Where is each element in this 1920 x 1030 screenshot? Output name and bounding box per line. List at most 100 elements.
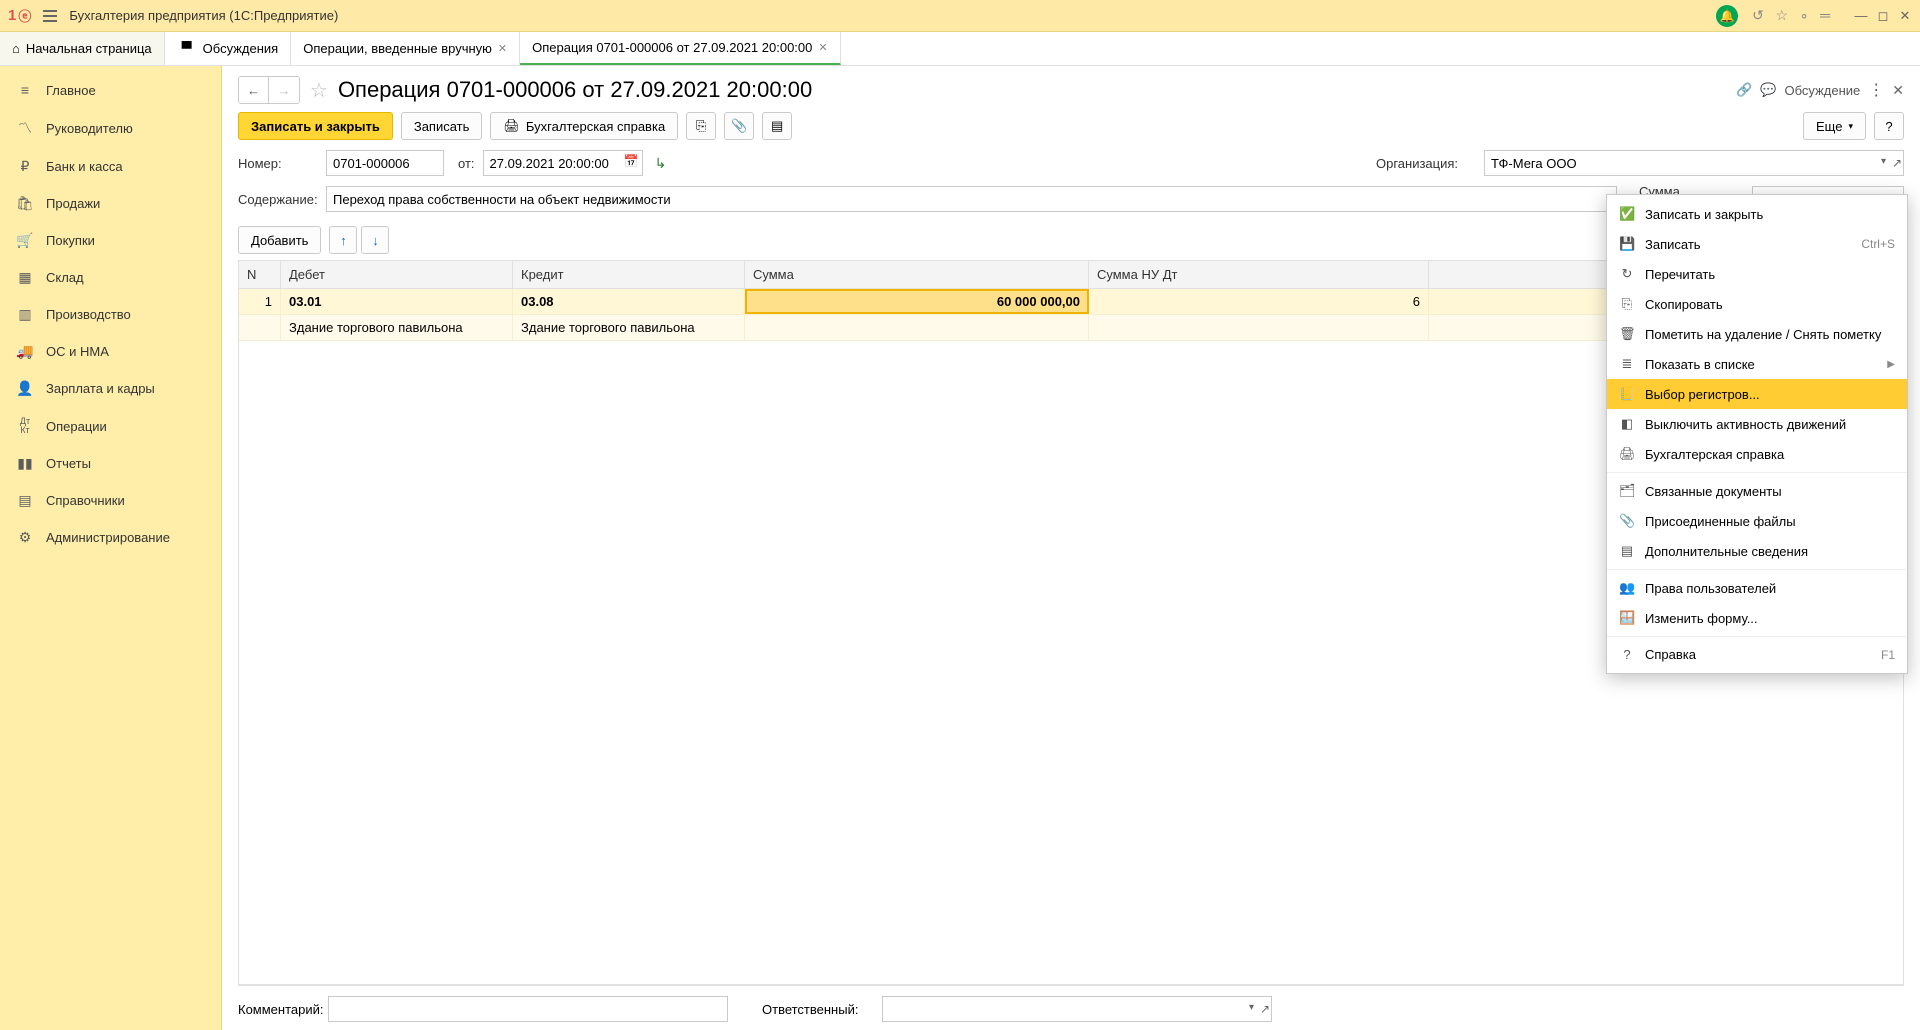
comment-input[interactable] [328, 996, 728, 1022]
number-input[interactable] [326, 150, 444, 176]
doc-button[interactable]: ▤ [762, 112, 792, 140]
menu-item[interactable]: 🪟Изменить форму... [1607, 603, 1907, 633]
star-icon[interactable]: ☆ [1776, 7, 1789, 23]
attach-button[interactable]: 📎 [724, 112, 754, 140]
maximize-icon[interactable]: ◻ [1876, 8, 1890, 24]
apply-date-icon[interactable]: ↳ [651, 153, 671, 173]
sidebar-item-bank[interactable]: ₽Банк и касса [0, 148, 221, 185]
sidebar-item-admin[interactable]: ⚙Администрирование [0, 519, 221, 556]
save-button[interactable]: Записать [401, 112, 483, 140]
sidebar-item-manager[interactable]: 〽Руководителю [0, 108, 221, 148]
tab-discussions[interactable]: ▝▘ Обсуждения [165, 32, 292, 65]
chevron-down-icon[interactable]: ▾ [1881, 156, 1886, 167]
menu-item[interactable]: ↻Перечитать [1607, 259, 1907, 289]
menu-icon[interactable] [39, 6, 61, 26]
tab-home[interactable]: ⌂ Начальная страница [0, 32, 165, 65]
cell-empty [239, 315, 281, 340]
app-title: Бухгалтерия предприятия (1С:Предприятие) [69, 8, 338, 23]
tab-discussions-label: Обсуждения [203, 41, 279, 56]
split-icon[interactable]: ∘ [1800, 7, 1809, 23]
more-button[interactable]: Еще ▾ [1803, 112, 1866, 140]
menu-item[interactable]: 📎Присоединенные файлы [1607, 506, 1907, 536]
col-credit[interactable]: Кредит [513, 261, 745, 288]
menu-item-icon: 🖨 [1619, 446, 1635, 462]
menu-item-icon: 🗂 [1619, 483, 1635, 499]
move-up-button[interactable]: ↑ [329, 226, 357, 254]
add-row-button[interactable]: Добавить [238, 226, 321, 254]
cell-sum[interactable]: 60 000 000,00 [745, 289, 1089, 314]
menu-item[interactable]: 💾ЗаписатьCtrl+S [1607, 229, 1907, 259]
sidebar-item-purchases[interactable]: 🛒Покупки [0, 222, 221, 259]
discussion-label[interactable]: Обсуждение [1785, 83, 1861, 98]
save-close-button[interactable]: Записать и закрыть [238, 112, 393, 140]
factory-icon: ▥ [16, 306, 34, 323]
menu-item-label: Показать в списке [1645, 357, 1877, 372]
bag-icon: 🛍 [16, 195, 34, 212]
close-window-icon[interactable]: ✕ [1898, 8, 1912, 24]
sidebar-item-operations[interactable]: ДтКтОперации [0, 407, 221, 445]
menu-item[interactable]: ⎘Скопировать [1607, 289, 1907, 319]
col-sum[interactable]: Сумма [745, 261, 1089, 288]
sidebar-item-warehouse[interactable]: ▦Склад [0, 259, 221, 296]
link-icon[interactable]: 🔗 [1736, 82, 1752, 98]
menu-item[interactable]: ✅Записать и закрыть [1607, 199, 1907, 229]
discussion-icon[interactable]: 💬 [1760, 82, 1776, 98]
menu-item[interactable]: ◧Выключить активность движений [1607, 409, 1907, 439]
minimize-icon[interactable]: — [1854, 8, 1868, 24]
col-n[interactable]: N [239, 261, 281, 288]
close-icon[interactable]: ✕ [818, 41, 827, 54]
cell-n: 1 [239, 289, 281, 314]
tab-operation[interactable]: Операция 0701-000006 от 27.09.2021 20:00… [520, 32, 840, 65]
sys-icons: ↺ ☆ ∘ ═ [1748, 7, 1834, 24]
date-input[interactable] [483, 150, 643, 176]
menu-item[interactable]: ≣Показать в списке▶ [1607, 349, 1907, 379]
content: ← → ☆ Операция 0701-000006 от 27.09.2021… [222, 66, 1920, 1030]
content-input[interactable] [326, 186, 1617, 212]
sidebar-item-label: Продажи [46, 196, 100, 211]
move-down-button[interactable]: ↓ [361, 226, 389, 254]
kebab-icon[interactable]: ⋮ [1868, 80, 1884, 100]
chevron-down-icon: ▾ [1848, 121, 1853, 132]
menu-item[interactable]: 👥Права пользователей [1607, 573, 1907, 603]
col-nu-dt[interactable]: Сумма НУ Дт [1089, 261, 1429, 288]
bell-icon[interactable]: 🔔 [1716, 5, 1738, 27]
open-icon[interactable]: ↗ [1260, 1002, 1270, 1016]
help-button[interactable]: ? [1874, 112, 1904, 140]
sidebar-item-label: ОС и НМА [46, 344, 109, 359]
sidebar-item-reports[interactable]: ▮▮Отчеты [0, 445, 221, 482]
sidebar-item-sales[interactable]: 🛍 Продажи [0, 185, 221, 222]
sidebar-item-main[interactable]: ≡Главное [0, 72, 221, 108]
menu-item-label: Справка [1645, 647, 1871, 662]
menu-item[interactable]: 📒Выбор регистров... [1607, 379, 1907, 409]
sidebar-item-catalogs[interactable]: ▤Справочники [0, 482, 221, 519]
cell-debit: 03.01 [281, 289, 513, 314]
menu-item-label: Записать [1645, 237, 1851, 252]
nav-back-button[interactable]: ← [239, 77, 269, 103]
chevron-down-icon[interactable]: ▾ [1249, 1002, 1254, 1013]
calendar-icon[interactable]: 📅 [624, 154, 639, 168]
favorite-icon[interactable]: ☆ [310, 78, 328, 103]
history-icon[interactable]: ↺ [1752, 7, 1764, 23]
menu-item[interactable]: 🖨Бухгалтерская справка [1607, 439, 1907, 469]
menu-item[interactable]: 🗂Связанные документы [1607, 476, 1907, 506]
menu-item-icon: 💾 [1619, 236, 1635, 252]
sidebar-item-production[interactable]: ▥Производство [0, 296, 221, 333]
menu-item[interactable]: 🗑Пометить на удаление / Снять пометку [1607, 319, 1907, 349]
menu-item-label: Права пользователей [1645, 581, 1895, 596]
nav-forward-button[interactable]: → [269, 77, 299, 103]
copy-button[interactable]: ⎘ [686, 112, 716, 140]
sidebar-item-assets[interactable]: 🚚ОС и НМА [0, 333, 221, 370]
sidebar-item-salary[interactable]: 👤Зарплата и кадры [0, 370, 221, 407]
acc-ref-button[interactable]: 🖨Бухгалтерская справка [490, 112, 678, 140]
menu-item[interactable]: ?СправкаF1 [1607, 640, 1907, 669]
menu-separator [1607, 569, 1907, 570]
close-doc-icon[interactable]: ✕ [1892, 82, 1904, 99]
open-icon[interactable]: ↗ [1892, 156, 1902, 170]
org-input[interactable] [1484, 150, 1904, 176]
col-debit[interactable]: Дебет [281, 261, 513, 288]
close-icon[interactable]: ✕ [498, 42, 507, 55]
tab-manual-ops[interactable]: Операции, введенные вручную ✕ [291, 32, 520, 65]
responsible-input[interactable] [882, 996, 1272, 1022]
menu-item[interactable]: ▤Дополнительные сведения [1607, 536, 1907, 566]
settings-icon[interactable]: ═ [1820, 7, 1830, 23]
